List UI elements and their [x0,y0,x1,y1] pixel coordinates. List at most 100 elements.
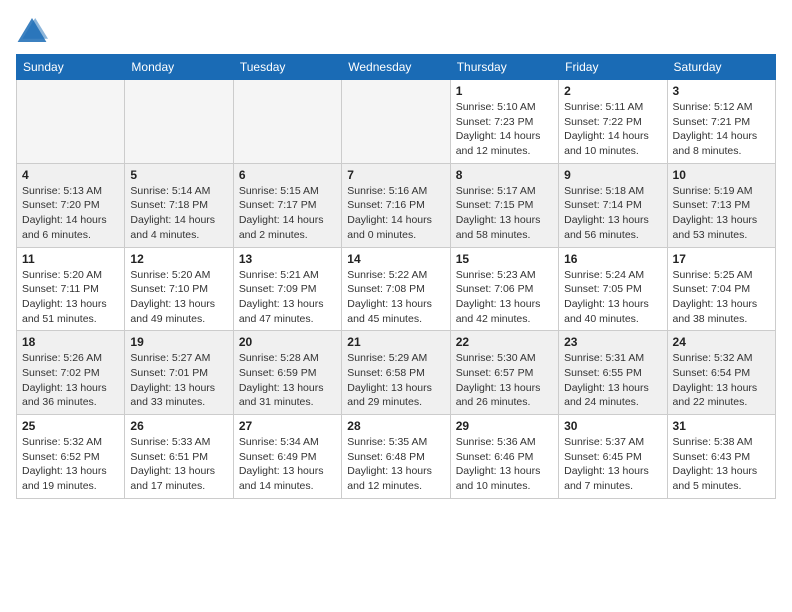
day-info: Sunrise: 5:22 AMSunset: 7:08 PMDaylight:… [347,268,444,327]
day-number: 3 [673,84,770,98]
calendar-day-cell: 8 Sunrise: 5:17 AMSunset: 7:15 PMDaylight… [450,163,558,247]
calendar-day-cell [233,80,341,164]
day-number: 28 [347,419,444,433]
calendar-day-cell [17,80,125,164]
day-info: Sunrise: 5:13 AMSunset: 7:20 PMDaylight:… [22,184,119,243]
day-info: Sunrise: 5:34 AMSunset: 6:49 PMDaylight:… [239,435,336,494]
day-info: Sunrise: 5:21 AMSunset: 7:09 PMDaylight:… [239,268,336,327]
day-info: Sunrise: 5:17 AMSunset: 7:15 PMDaylight:… [456,184,553,243]
day-info: Sunrise: 5:29 AMSunset: 6:58 PMDaylight:… [347,351,444,410]
calendar-day-cell: 10 Sunrise: 5:19 AMSunset: 7:13 PMDayligh… [667,163,775,247]
day-number: 8 [456,168,553,182]
day-number: 23 [564,335,661,349]
day-header-friday: Friday [559,55,667,80]
day-number: 24 [673,335,770,349]
day-number: 14 [347,252,444,266]
calendar-day-cell: 25 Sunrise: 5:32 AMSunset: 6:52 PMDayligh… [17,415,125,499]
day-number: 29 [456,419,553,433]
day-info: Sunrise: 5:15 AMSunset: 7:17 PMDaylight:… [239,184,336,243]
day-header-saturday: Saturday [667,55,775,80]
calendar-week-row: 4Sunrise: 5:13 AMSunset: 7:20 PMDaylight… [17,163,776,247]
day-info: Sunrise: 5:27 AMSunset: 7:01 PMDaylight:… [130,351,227,410]
calendar-day-cell: 5 Sunrise: 5:14 AMSunset: 7:18 PMDaylight… [125,163,233,247]
day-header-sunday: Sunday [17,55,125,80]
day-info: Sunrise: 5:37 AMSunset: 6:45 PMDaylight:… [564,435,661,494]
day-info: Sunrise: 5:35 AMSunset: 6:48 PMDaylight:… [347,435,444,494]
day-number: 31 [673,419,770,433]
day-info: Sunrise: 5:10 AMSunset: 7:23 PMDaylight:… [456,100,553,159]
day-number: 21 [347,335,444,349]
calendar-day-cell: 27 Sunrise: 5:34 AMSunset: 6:49 PMDayligh… [233,415,341,499]
day-number: 15 [456,252,553,266]
calendar-day-cell: 18Sunrise: 5:26 AMSunset: 7:02 PMDayligh… [17,331,125,415]
day-info: Sunrise: 5:24 AMSunset: 7:05 PMDaylight:… [564,268,661,327]
day-info: Sunrise: 5:20 AMSunset: 7:11 PMDaylight:… [22,268,119,327]
calendar-day-cell: 23 Sunrise: 5:31 AMSunset: 6:55 PMDayligh… [559,331,667,415]
day-number: 30 [564,419,661,433]
day-header-thursday: Thursday [450,55,558,80]
day-number: 17 [673,252,770,266]
calendar-day-cell: 1 Sunrise: 5:10 AMSunset: 7:23 PMDaylight… [450,80,558,164]
calendar-day-cell: 15 Sunrise: 5:23 AMSunset: 7:06 PMDayligh… [450,247,558,331]
calendar-day-cell: 11Sunrise: 5:20 AMSunset: 7:11 PMDayligh… [17,247,125,331]
day-header-wednesday: Wednesday [342,55,450,80]
day-number: 26 [130,419,227,433]
day-number: 25 [22,419,119,433]
day-info: Sunrise: 5:28 AMSunset: 6:59 PMDaylight:… [239,351,336,410]
calendar-day-cell: 19 Sunrise: 5:27 AMSunset: 7:01 PMDayligh… [125,331,233,415]
calendar-day-cell: 20 Sunrise: 5:28 AMSunset: 6:59 PMDayligh… [233,331,341,415]
day-info: Sunrise: 5:20 AMSunset: 7:10 PMDaylight:… [130,268,227,327]
calendar-day-cell: 6 Sunrise: 5:15 AMSunset: 7:17 PMDaylight… [233,163,341,247]
calendar-table: SundayMondayTuesdayWednesdayThursdayFrid… [16,54,776,499]
day-header-tuesday: Tuesday [233,55,341,80]
day-number: 12 [130,252,227,266]
calendar-day-cell: 17Sunrise: 5:25 AMSunset: 7:04 PMDayligh… [667,247,775,331]
day-info: Sunrise: 5:16 AMSunset: 7:16 PMDaylight:… [347,184,444,243]
calendar-week-row: 1 Sunrise: 5:10 AMSunset: 7:23 PMDaylight… [17,80,776,164]
page-header [16,16,776,44]
day-number: 27 [239,419,336,433]
logo [16,16,52,44]
day-info: Sunrise: 5:32 AMSunset: 6:52 PMDaylight:… [22,435,119,494]
day-header-monday: Monday [125,55,233,80]
day-number: 5 [130,168,227,182]
calendar-day-cell: 29 Sunrise: 5:36 AMSunset: 6:46 PMDayligh… [450,415,558,499]
day-number: 9 [564,168,661,182]
day-info: Sunrise: 5:38 AMSunset: 6:43 PMDaylight:… [673,435,770,494]
day-number: 6 [239,168,336,182]
day-info: Sunrise: 5:31 AMSunset: 6:55 PMDaylight:… [564,351,661,410]
day-info: Sunrise: 5:30 AMSunset: 6:57 PMDaylight:… [456,351,553,410]
calendar-day-cell: 26 Sunrise: 5:33 AMSunset: 6:51 PMDayligh… [125,415,233,499]
calendar-day-cell: 9Sunrise: 5:18 AMSunset: 7:14 PMDaylight… [559,163,667,247]
calendar-day-cell: 2Sunrise: 5:11 AMSunset: 7:22 PMDaylight… [559,80,667,164]
calendar-day-cell: 16 Sunrise: 5:24 AMSunset: 7:05 PMDayligh… [559,247,667,331]
calendar-day-cell: 13 Sunrise: 5:21 AMSunset: 7:09 PMDayligh… [233,247,341,331]
day-number: 13 [239,252,336,266]
day-number: 18 [22,335,119,349]
day-number: 1 [456,84,553,98]
calendar-day-cell: 14 Sunrise: 5:22 AMSunset: 7:08 PMDayligh… [342,247,450,331]
calendar-day-cell [342,80,450,164]
calendar-day-cell: 12 Sunrise: 5:20 AMSunset: 7:10 PMDayligh… [125,247,233,331]
calendar-day-cell: 22Sunrise: 5:30 AMSunset: 6:57 PMDayligh… [450,331,558,415]
day-number: 2 [564,84,661,98]
day-info: Sunrise: 5:23 AMSunset: 7:06 PMDaylight:… [456,268,553,327]
day-info: Sunrise: 5:19 AMSunset: 7:13 PMDaylight:… [673,184,770,243]
calendar-week-row: 18Sunrise: 5:26 AMSunset: 7:02 PMDayligh… [17,331,776,415]
logo-icon [16,16,48,44]
day-number: 7 [347,168,444,182]
day-info: Sunrise: 5:32 AMSunset: 6:54 PMDaylight:… [673,351,770,410]
calendar-day-cell: 7 Sunrise: 5:16 AMSunset: 7:16 PMDaylight… [342,163,450,247]
day-info: Sunrise: 5:33 AMSunset: 6:51 PMDaylight:… [130,435,227,494]
calendar-day-cell: 4Sunrise: 5:13 AMSunset: 7:20 PMDaylight… [17,163,125,247]
day-number: 19 [130,335,227,349]
day-info: Sunrise: 5:14 AMSunset: 7:18 PMDaylight:… [130,184,227,243]
day-number: 16 [564,252,661,266]
calendar-week-row: 25 Sunrise: 5:32 AMSunset: 6:52 PMDayligh… [17,415,776,499]
day-info: Sunrise: 5:36 AMSunset: 6:46 PMDaylight:… [456,435,553,494]
calendar-week-row: 11Sunrise: 5:20 AMSunset: 7:11 PMDayligh… [17,247,776,331]
day-number: 10 [673,168,770,182]
day-info: Sunrise: 5:12 AMSunset: 7:21 PMDaylight:… [673,100,770,159]
day-number: 20 [239,335,336,349]
calendar-day-cell [125,80,233,164]
